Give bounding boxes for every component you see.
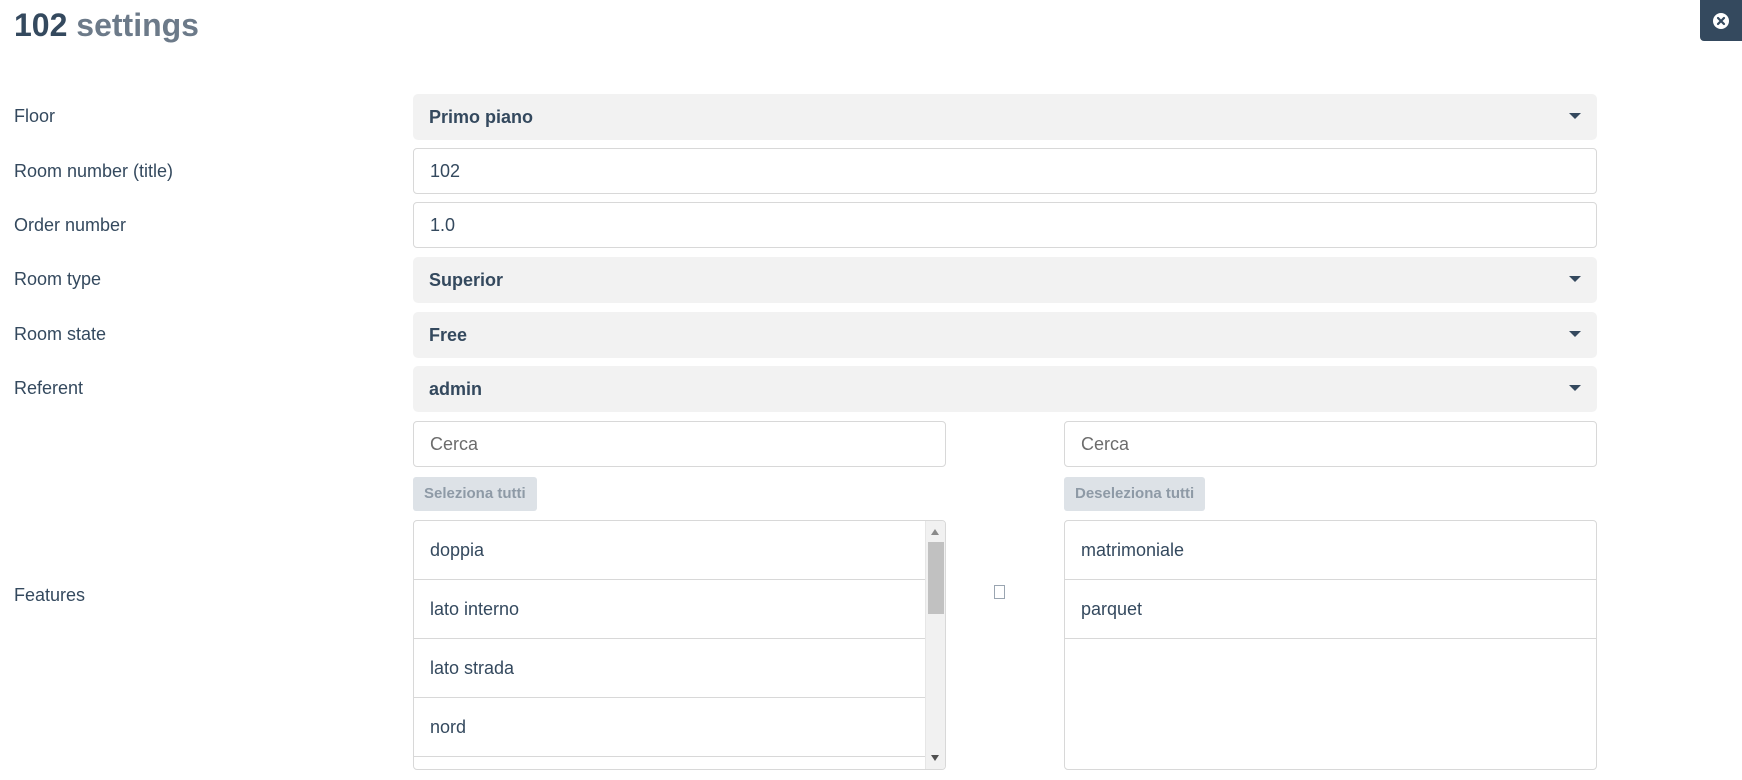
features-selected-search-input[interactable] <box>1064 421 1597 467</box>
floor-label: Floor <box>14 106 56 126</box>
close-circle-icon <box>1713 12 1729 29</box>
caret-down-icon <box>1569 385 1581 391</box>
room-type-select[interactable]: Superior <box>413 257 1597 303</box>
list-item[interactable]: parquet <box>1065 580 1596 639</box>
room-number-input[interactable] <box>413 148 1597 194</box>
caret-down-icon <box>1569 331 1581 337</box>
features-available-list[interactable]: doppia lato interno lato strada nord <box>413 520 946 770</box>
list-item[interactable]: lato strada <box>414 639 925 698</box>
list-item[interactable]: nord <box>414 698 925 757</box>
deselect-all-button[interactable]: Deseleziona tutti <box>1064 477 1206 511</box>
referent-label: Referent <box>14 378 84 398</box>
scrollbar-thumb[interactable] <box>928 542 944 614</box>
list-item[interactable]: doppia <box>414 521 925 580</box>
features-label: Features <box>14 585 86 605</box>
list-item[interactable]: matrimoniale <box>1065 521 1596 580</box>
order-number-label: Order number <box>14 215 127 235</box>
scroll-down-arrow-icon[interactable] <box>931 755 939 761</box>
close-button[interactable] <box>1700 0 1742 41</box>
list-item-partial[interactable] <box>414 757 925 769</box>
caret-down-icon <box>1569 113 1581 119</box>
caret-down-icon <box>1569 276 1581 282</box>
features-available-search-input[interactable] <box>413 421 946 467</box>
page-title-word: settings <box>76 7 199 43</box>
features-list-scrollbar[interactable] <box>925 521 945 769</box>
scroll-up-arrow-icon[interactable] <box>931 529 939 535</box>
floor-select[interactable]: Primo piano <box>413 94 1597 140</box>
room-number-label: Room number (title) <box>14 161 174 181</box>
referent-select[interactable]: admin <box>413 366 1597 412</box>
features-selected-list[interactable]: matrimoniale parquet <box>1064 520 1597 770</box>
floor-select-value: Primo piano <box>429 107 534 127</box>
page-title: 102 settings <box>14 6 199 44</box>
select-all-button[interactable]: Seleziona tutti <box>413 477 537 511</box>
list-item[interactable]: lato interno <box>414 580 925 639</box>
order-number-input[interactable] <box>413 202 1597 248</box>
page-title-number: 102 <box>14 7 68 43</box>
room-state-select[interactable]: Free <box>413 312 1597 358</box>
room-type-select-value: Superior <box>429 270 504 290</box>
move-icon <box>994 585 1005 599</box>
room-state-label: Room state <box>14 324 107 344</box>
room-state-select-value: Free <box>429 325 468 345</box>
referent-select-value: admin <box>429 379 483 399</box>
room-type-label: Room type <box>14 269 102 289</box>
